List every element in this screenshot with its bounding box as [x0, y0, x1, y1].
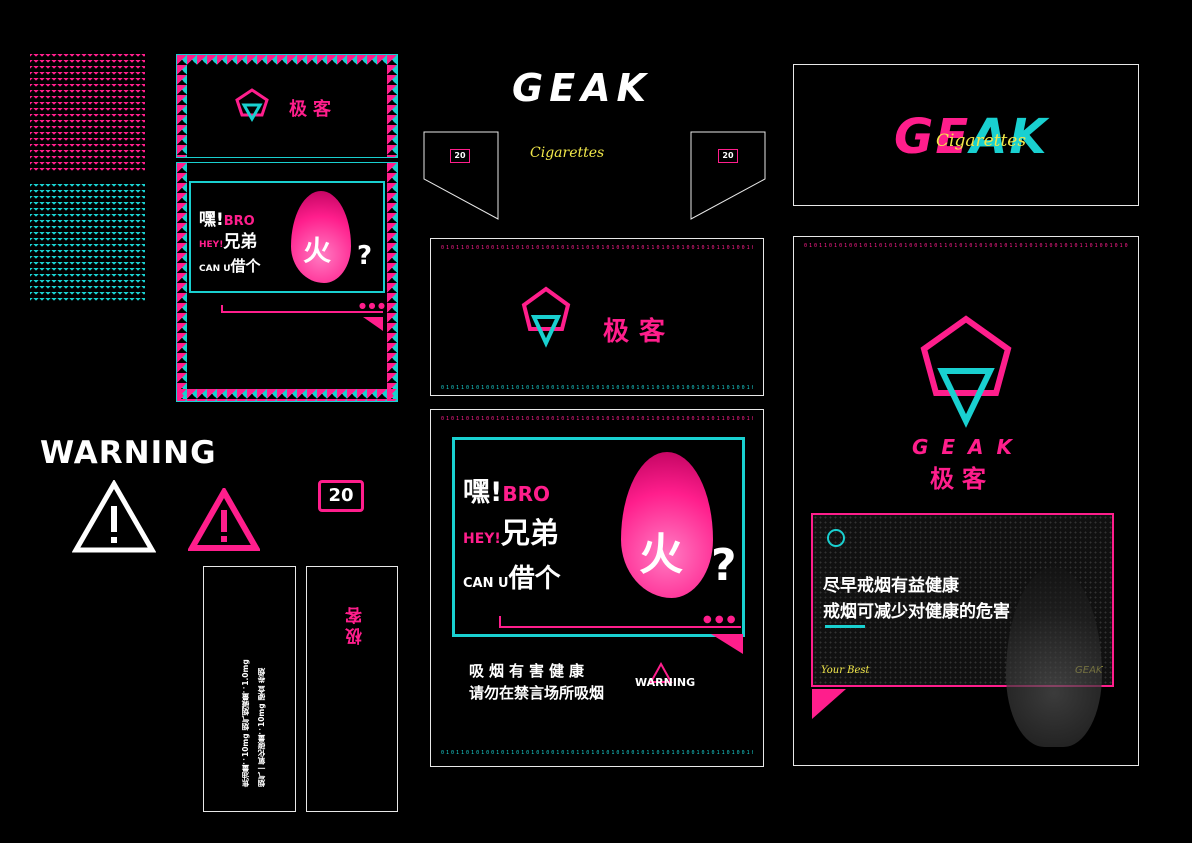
geak-title: GEAK [512, 66, 653, 110]
geak-logo-icon-large [910, 309, 1022, 439]
warning-small-text: WARNING [635, 676, 696, 689]
xiongdi-text: HEY!兄弟 [199, 232, 258, 252]
binary-bottom: 0101101010010110101010010101101010101001… [441, 385, 753, 391]
question-mark: ? [357, 241, 373, 271]
brand-cn-large: 极客 [930, 465, 994, 493]
slogan-frame-small: 嘿!BRO HEY!兄弟 CAN U借个 火 ? [189, 181, 385, 293]
brand-vertical: 极客 [346, 603, 366, 645]
smile-icon [827, 529, 845, 547]
fire-char: 火 [303, 234, 332, 267]
geak-logo-icon [232, 85, 272, 125]
pink-pattern-swatch [30, 54, 145, 172]
corner-triangle-right [812, 689, 846, 719]
quit-line2: 戒烟可减少对健康的危害 [823, 602, 1010, 622]
flap-left: 20 [423, 131, 499, 221]
slogan-frame-large: 嘿!BRO HEY!兄弟 CAN U借个 火 ? [452, 437, 745, 637]
binary-top: 0101101010010110101010010101101010101001… [441, 245, 753, 251]
warning-white-icon [71, 478, 157, 554]
cyan-pattern-swatch [30, 184, 145, 302]
side-panel-left: 焦油量：10mg 烟气烟碱量：1.0mg 烟气一氧化碳量：10mg 硬盒 卷烟 [203, 566, 296, 812]
xiongdi-text-lg: HEY!兄弟 [463, 516, 559, 550]
cigarettes-overlay: Cigarettes [936, 131, 1027, 151]
brand-cn-small: 极客 [289, 99, 337, 120]
flap-right: 20 [690, 131, 766, 221]
triangle-strip-left [177, 55, 187, 157]
triangle-strip-right2 [387, 163, 397, 401]
binary-top3: 0101101010010110101010010101101010101001… [804, 243, 1128, 249]
can-u-text-lg: CAN U借个 [463, 564, 561, 594]
fire-char-lg: 火 [639, 529, 683, 580]
geak-spaced: G E A K [912, 435, 1015, 459]
cigarettes-text: Cigarettes [530, 145, 605, 161]
geak-logo-icon-mid [516, 283, 576, 355]
binary-top2: 0101101010010110101010010101101010101001… [441, 416, 753, 422]
middle-top-panel: 0101101010010110101010010101101010101001… [430, 238, 764, 396]
middle-front-panel: 0101101010010110101010010101101010101001… [430, 409, 764, 767]
triangle-strip-left2 [177, 163, 187, 401]
triangle-strip-bottom [177, 389, 397, 401]
binary-bottom2: 0101101010010110101010010101101010101001… [441, 750, 753, 756]
co-text: 烟气一氧化碳量：10mg 硬盒 卷烟 [257, 668, 266, 787]
cyan-underline [825, 625, 865, 628]
corner-triangle [363, 317, 383, 331]
top-lid-panel: 极客 [176, 54, 398, 158]
tar-text: 焦油量：10mg 烟气烟碱量：1.0mg [241, 659, 250, 787]
quit-line1: 尽早戒烟有益健康 [823, 576, 959, 596]
warning-pink-icon [186, 485, 262, 552]
small-front-panel: 嘿!BRO HEY!兄弟 CAN U借个 火 ? ● ● ● [176, 162, 398, 402]
right-back-panel: 0101101010010110101010010101101010101001… [793, 236, 1139, 766]
triangle-strip-top [177, 55, 397, 65]
hey-text-lg: 嘿!BRO [463, 477, 550, 508]
pink-line-deco [221, 305, 383, 313]
triangle-strip-right [387, 55, 397, 157]
badge-20-large: 20 [318, 480, 364, 512]
badge-20-flap-left: 20 [450, 149, 470, 163]
right-top-box: GEAK Cigarettes [793, 64, 1139, 206]
your-best-text: Your Best [821, 665, 870, 676]
brand-cn-mid: 极客 [603, 317, 676, 347]
health-line1: 吸烟有害健康 [469, 662, 590, 680]
health-line2: 请勿在禁言场所吸烟 [469, 684, 605, 702]
can-u-text: CAN U借个 [199, 257, 261, 275]
corner-triangle-lg [711, 634, 743, 654]
warning-title: WARNING [40, 435, 217, 471]
side-panel-right: 极客 [306, 566, 398, 812]
pink-line-deco-lg [499, 616, 741, 628]
badge-20-flap-right: 20 [718, 149, 738, 163]
question-mark-lg: ? [711, 540, 737, 591]
